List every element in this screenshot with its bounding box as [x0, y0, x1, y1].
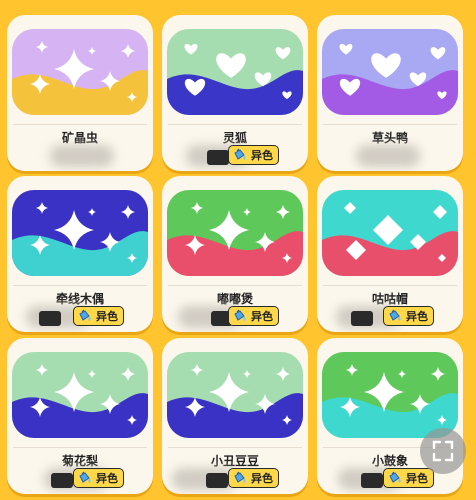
paint-bucket-icon	[79, 309, 91, 321]
pet-name: 牵线木偶	[55, 292, 104, 306]
pet-name: 嘟嘟煲	[216, 292, 253, 306]
paint-bucket-icon	[389, 309, 401, 321]
shiny-badge-label: 异色	[251, 472, 273, 485]
blurred-avatar	[50, 145, 114, 167]
pet-card[interactable]: 菊花梨 异色	[7, 338, 153, 494]
paint-bucket-icon	[389, 471, 401, 483]
divider	[168, 285, 302, 286]
dark-tag	[51, 473, 73, 488]
pet-thumbnail	[322, 352, 458, 438]
shiny-badge[interactable]: 异色	[228, 145, 279, 165]
shiny-badge-label: 异色	[251, 310, 273, 323]
blurred-avatar	[356, 145, 420, 167]
pet-thumbnail	[12, 352, 148, 438]
pet-name: 灵狐	[222, 131, 247, 145]
fullscreen-button[interactable]	[420, 428, 466, 474]
dark-tag	[207, 150, 229, 165]
pet-card[interactable]: 嘟嘟煲 异色	[162, 176, 308, 332]
divider	[323, 285, 457, 286]
shiny-badge[interactable]: 异色	[228, 306, 279, 326]
paint-bucket-icon	[79, 471, 91, 483]
shiny-badge[interactable]: 异色	[73, 468, 124, 488]
pet-name: 草头鸭	[371, 131, 408, 145]
paint-bucket-icon	[234, 148, 246, 160]
shiny-badge-label: 异色	[96, 310, 118, 323]
pet-thumbnail	[322, 190, 458, 276]
shiny-badge-label: 异色	[96, 472, 118, 485]
pet-card[interactable]: 灵狐 异色	[162, 15, 308, 171]
pet-name: 菊花梨	[61, 454, 98, 468]
pet-name: 矿晶虫	[61, 131, 98, 145]
divider	[13, 447, 147, 448]
shiny-badge-label: 异色	[251, 149, 273, 162]
shiny-badge[interactable]: 异色	[73, 306, 124, 326]
divider	[13, 124, 147, 125]
paint-bucket-icon	[234, 309, 246, 321]
divider	[168, 447, 302, 448]
pet-thumbnail	[167, 29, 303, 115]
pet-card[interactable]: 牵线木偶 异色	[7, 176, 153, 332]
pet-thumbnail	[12, 190, 148, 276]
shiny-badge-label: 异色	[406, 310, 428, 323]
pet-thumbnail	[167, 190, 303, 276]
dark-tag	[361, 473, 383, 488]
dark-tag	[206, 473, 228, 488]
shiny-badge[interactable]: 异色	[383, 468, 434, 488]
dark-tag	[39, 311, 61, 326]
shiny-badge-label: 异色	[406, 472, 428, 485]
pet-thumbnail	[12, 29, 148, 115]
pet-thumbnail	[322, 29, 458, 115]
pet-name: 小丑豆豆	[210, 454, 259, 468]
divider	[13, 285, 147, 286]
divider	[168, 124, 302, 125]
fullscreen-icon	[432, 440, 454, 462]
pet-name: 咕咕帽	[371, 292, 408, 306]
pet-card[interactable]: 矿晶虫	[7, 15, 153, 171]
pet-thumbnail	[167, 352, 303, 438]
pet-card[interactable]: 小丑豆豆 异色	[162, 338, 308, 494]
paint-bucket-icon	[234, 471, 246, 483]
shiny-badge[interactable]: 异色	[228, 468, 279, 488]
shiny-badge[interactable]: 异色	[383, 306, 434, 326]
divider	[323, 124, 457, 125]
pet-card[interactable]: 咕咕帽 异色	[317, 176, 463, 332]
dark-tag	[351, 311, 373, 326]
pet-card[interactable]: 草头鸭	[317, 15, 463, 171]
